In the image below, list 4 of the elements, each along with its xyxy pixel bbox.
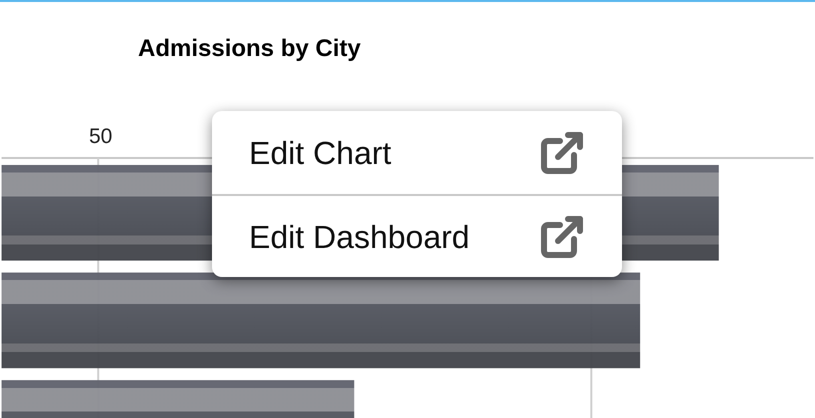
axis-tick-label: 50 bbox=[89, 124, 112, 150]
chart-title: Admissions by City bbox=[138, 34, 361, 64]
menu-item[interactable]: Edit Chart bbox=[212, 111, 622, 194]
menu-item[interactable]: Edit Dashboard bbox=[212, 194, 622, 277]
